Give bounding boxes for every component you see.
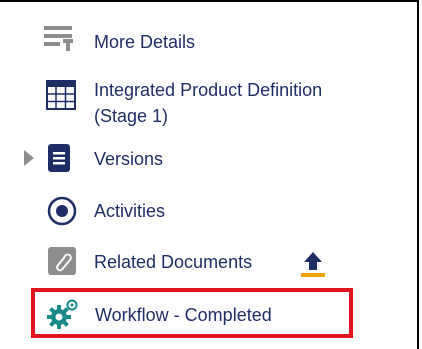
menu-item-label: Activities	[94, 201, 166, 221]
menu-item-integrated-product-definition[interactable]: Integrated Product Definition (Stage 1)	[0, 70, 400, 132]
radio-circle-icon	[47, 196, 77, 226]
upload-icon[interactable]	[298, 250, 328, 278]
expand-arrow-icon[interactable]	[24, 150, 34, 166]
list-details-icon	[44, 26, 73, 51]
menu-item-activities[interactable]: Activities	[0, 195, 250, 229]
menu-item-workflow-completed[interactable]: Workflow - Completed	[0, 294, 350, 334]
table-grid-icon	[46, 80, 76, 110]
menu-item-label: Related Documents	[94, 252, 253, 272]
attachment-icon	[48, 247, 76, 275]
document-versions-icon	[48, 144, 70, 172]
menu-item-label-line2: (Stage 1)	[94, 106, 169, 126]
menu-item-more-details[interactable]: More Details	[0, 24, 300, 60]
panel-border-right	[417, 0, 419, 349]
menu-item-versions[interactable]: Versions	[40, 142, 290, 176]
panel-border-top	[0, 0, 419, 2]
menu-item-label: More Details	[94, 32, 196, 52]
menu-item-label: Integrated Product Definition	[94, 80, 323, 100]
details-panel: More Details Integrated Product Definiti…	[0, 0, 422, 349]
menu-item-label: Versions	[94, 149, 164, 169]
gears-icon	[47, 299, 78, 329]
menu-item-label: Workflow - Completed	[95, 305, 272, 325]
